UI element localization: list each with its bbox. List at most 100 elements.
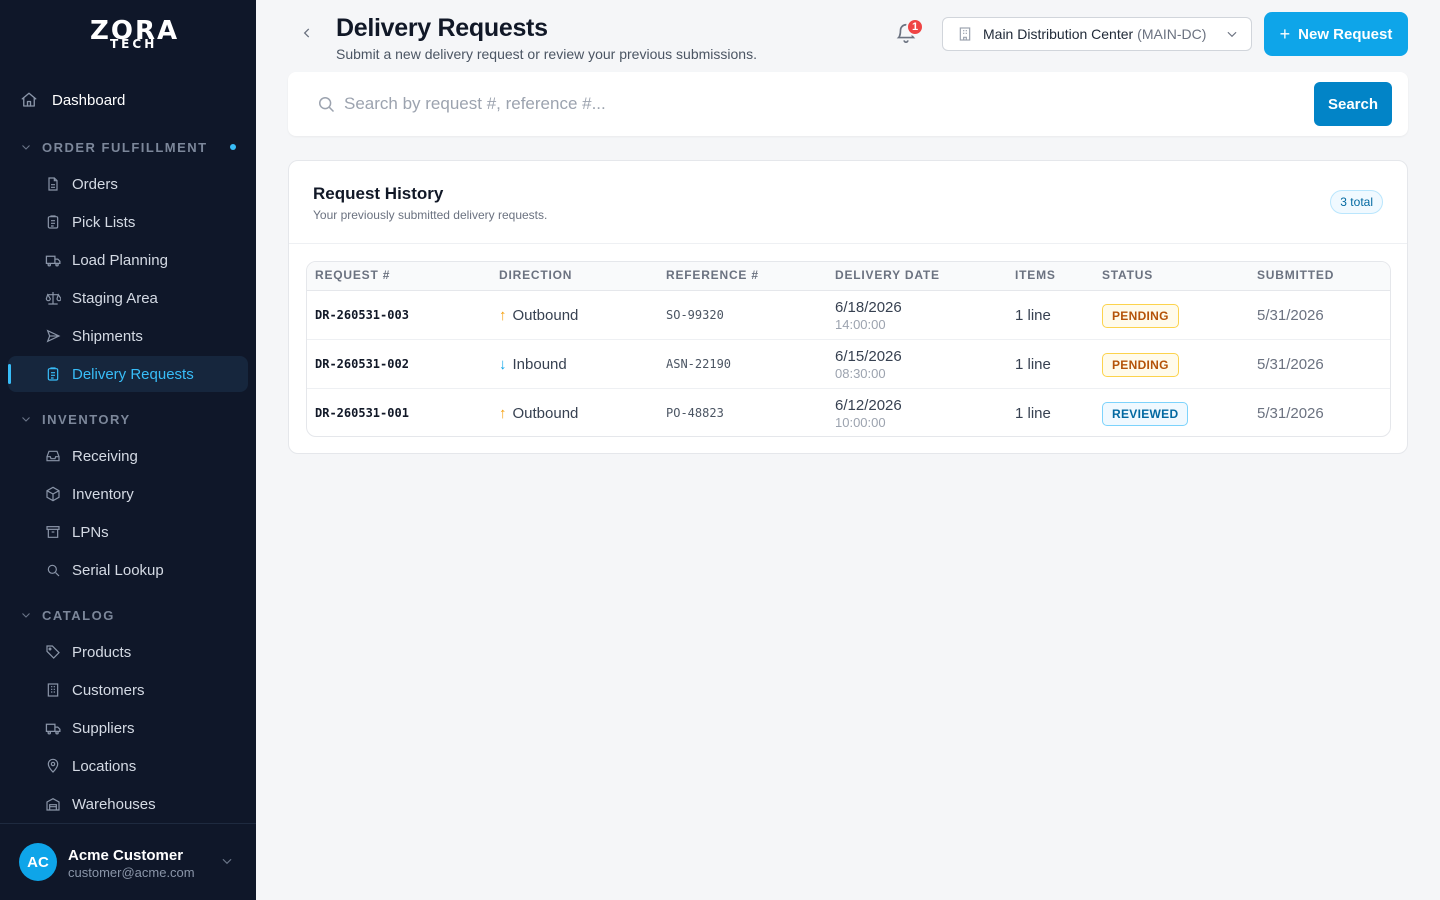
warehouse-code: (MAIN-DC) — [1137, 26, 1207, 42]
sidebar-item-products[interactable]: Products — [8, 634, 248, 670]
sidebar-item-suppliers[interactable]: Suppliers — [8, 710, 248, 746]
sidebar-item-label: Pick Lists — [72, 213, 136, 231]
search-input[interactable] — [344, 86, 1304, 122]
column-header[interactable]: DELIVERY DATE — [835, 268, 940, 282]
page-subtitle: Submit a new delivery request or review … — [336, 46, 757, 62]
column-header[interactable]: DIRECTION — [499, 268, 572, 282]
sidebar-item-label: LPNs — [72, 523, 109, 541]
sidebar-item-inventory[interactable]: Inventory — [8, 476, 248, 512]
reference-number: ASN-22190 — [666, 357, 732, 371]
truck-icon — [44, 251, 62, 269]
indicator-dot — [230, 144, 236, 150]
new-request-label: New Request — [1298, 25, 1393, 43]
clipboard-icon — [44, 213, 62, 231]
sidebar-item-staging-area[interactable]: Staging Area — [8, 280, 248, 316]
column-header[interactable]: ITEMS — [1015, 268, 1056, 282]
sidebar-item-lpns[interactable]: LPNs — [8, 514, 248, 550]
request-number[interactable]: DR-260531-002 — [315, 357, 409, 371]
sidebar-item-warehouses[interactable]: Warehouses — [8, 786, 248, 822]
sidebar-item-dashboard[interactable]: Dashboard — [8, 82, 248, 118]
sidebar-item-delivery-requests[interactable]: Delivery Requests — [8, 356, 248, 392]
status-badge: PENDING — [1102, 304, 1179, 328]
request-history-card: Request History Your previously submitte… — [288, 160, 1408, 454]
search-icon — [316, 94, 336, 119]
sidebar-item-label: Dashboard — [52, 91, 126, 109]
search-button[interactable]: Search — [1314, 82, 1392, 126]
direction: ↑ Outbound — [499, 405, 578, 422]
column-header[interactable]: REFERENCE # — [666, 268, 759, 282]
avatar: AC — [19, 843, 57, 881]
sidebar-item-load-planning[interactable]: Load Planning — [8, 242, 248, 278]
sidebar-item-receiving[interactable]: Receiving — [8, 438, 248, 474]
delivery-time: 08:30:00 — [835, 366, 886, 381]
chevron-down-icon — [20, 413, 34, 425]
column-header[interactable]: STATUS — [1102, 268, 1153, 282]
reference-number: SO-99320 — [666, 308, 724, 322]
sidebar-item-label: Products — [72, 643, 132, 661]
sidebar-item-label: Serial Lookup — [72, 561, 164, 579]
delivery-date: 6/15/2026 — [835, 348, 902, 365]
request-number[interactable]: DR-260531-003 — [315, 308, 409, 322]
sidebar-item-pick-lists[interactable]: Pick Lists — [8, 204, 248, 240]
user-menu[interactable]: AC Acme Customer customer@acme.com — [0, 823, 256, 900]
sidebar-item-orders[interactable]: Orders — [8, 166, 248, 202]
section-subtitle: Your previously submitted delivery reque… — [313, 208, 548, 222]
sidebar-item-locations[interactable]: Locations — [8, 748, 248, 784]
section-title: Request History — [313, 184, 444, 203]
status-badge: PENDING — [1102, 353, 1179, 377]
search-icon — [44, 561, 62, 579]
sidebar-item-label: Warehouses — [72, 795, 156, 813]
chevron-left-icon — [303, 28, 310, 38]
warehouse-select[interactable]: Main Distribution Center (MAIN-DC) — [942, 17, 1252, 51]
divider — [289, 243, 1407, 244]
sidebar-item-label: Staging Area — [72, 289, 158, 307]
document-icon — [44, 175, 62, 193]
sidebar-item-shipments[interactable]: Shipments — [8, 318, 248, 354]
section-inventory[interactable]: INVENTORY — [20, 409, 240, 429]
new-request-button[interactable]: + New Request — [1264, 12, 1408, 56]
reference-number: PO-48823 — [666, 406, 724, 420]
column-header[interactable]: REQUEST # — [315, 268, 390, 282]
sidebar-item-serial-lookup[interactable]: Serial Lookup — [8, 552, 248, 588]
scale-icon — [44, 289, 62, 307]
page-title: Delivery Requests — [336, 14, 548, 42]
column-header[interactable]: SUBMITTED — [1257, 268, 1334, 282]
map-pin-icon — [44, 757, 62, 775]
chevron-down-icon — [20, 609, 34, 621]
table-header: REQUEST # DIRECTION REFERENCE # DELIVERY… — [307, 262, 1390, 291]
sidebar-item-label: Shipments — [72, 327, 143, 345]
sidebar-item-label: Locations — [72, 757, 137, 775]
delivery-time: 10:00:00 — [835, 415, 886, 430]
delivery-date: 6/12/2026 — [835, 397, 902, 414]
box-icon — [44, 485, 62, 503]
submitted-date: 5/31/2026 — [1257, 405, 1324, 422]
sidebar-item-label: Suppliers — [72, 719, 135, 737]
request-number[interactable]: DR-260531-001 — [315, 406, 409, 420]
items-count: 1 line — [1015, 356, 1051, 373]
sidebar-item-label: Receiving — [72, 447, 138, 465]
items-count: 1 line — [1015, 307, 1051, 324]
direction-label: Inbound — [512, 356, 567, 373]
sidebar-item-label: Load Planning — [72, 251, 168, 269]
submitted-date: 5/31/2026 — [1257, 307, 1324, 324]
building-icon — [957, 26, 973, 42]
sidebar-item-label: Inventory — [72, 485, 134, 503]
section-title: INVENTORY — [42, 411, 131, 427]
table-row[interactable]: DR-260531-002 ↓ Inbound ASN-22190 6/15/2… — [307, 340, 1390, 389]
warehouse-name: Main Distribution Center — [983, 26, 1134, 42]
logo[interactable]: ZORA TECH — [90, 18, 177, 52]
building-icon — [44, 681, 62, 699]
sidebar-item-customers[interactable]: Customers — [8, 672, 248, 708]
total-count-badge: 3 total — [1330, 190, 1383, 214]
sidebar-item-label: Delivery Requests — [72, 365, 194, 383]
table-row[interactable]: DR-260531-003 ↑ Outbound SO-99320 6/18/2… — [307, 291, 1390, 340]
section-order-fulfillment[interactable]: ORDER FULFILLMENT — [20, 137, 240, 157]
direction-label: Outbound — [512, 405, 579, 422]
section-title: CATALOG — [42, 607, 115, 623]
table-row[interactable]: DR-260531-001 ↑ Outbound PO-48823 6/12/2… — [307, 389, 1390, 436]
sidebar-item-label: Orders — [72, 175, 118, 193]
arrow-down-icon: ↓ — [499, 356, 507, 373]
requests-table: REQUEST # DIRECTION REFERENCE # DELIVERY… — [306, 261, 1391, 437]
back-button[interactable] — [296, 22, 318, 44]
section-catalog[interactable]: CATALOG — [20, 605, 240, 625]
